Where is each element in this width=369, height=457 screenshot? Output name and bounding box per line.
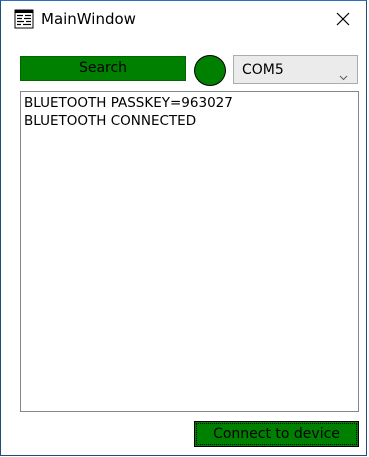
window-content: Search COM5 BLUETOOTH PASSKEY=963027 BLU… [1,37,366,455]
close-button[interactable] [320,1,366,37]
port-select-value: COM5 [242,62,284,78]
search-button[interactable]: Search [20,56,186,81]
connect-to-device-button[interactable]: Connect to device [194,421,359,447]
port-select[interactable]: COM5 [233,55,358,84]
chevron-down-icon [339,66,348,85]
log-output[interactable]: BLUETOOTH PASSKEY=963027 BLUETOOTH CONNE… [20,91,359,412]
title-bar[interactable]: MainWindow [1,1,366,37]
log-line: BLUETOOTH PASSKEY=963027 [24,95,233,111]
window-title: MainWindow [41,10,136,28]
log-line: BLUETOOTH CONNECTED [24,113,197,129]
main-window: MainWindow Search COM5 BLUETOOTH PASSKEY… [0,0,367,456]
close-icon [336,12,350,26]
status-indicator-circle [194,55,226,86]
window-app-icon [14,9,34,29]
